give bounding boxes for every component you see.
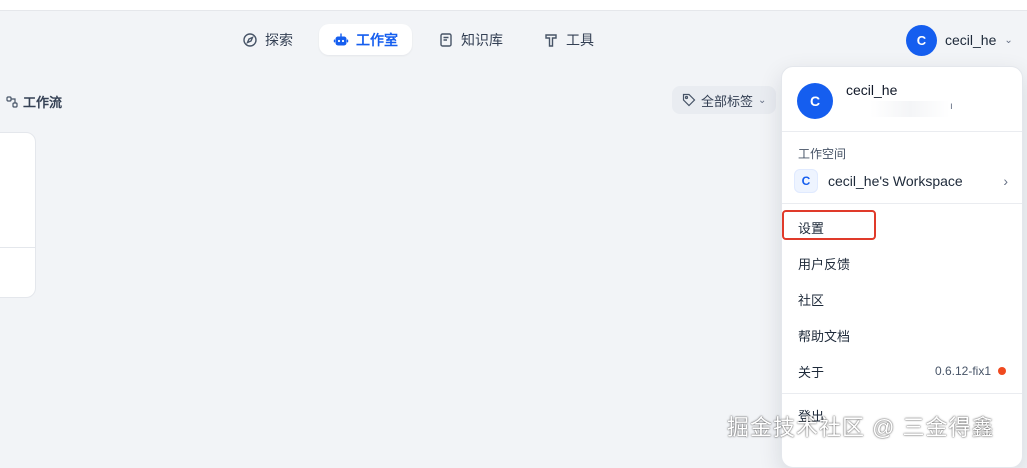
menu-item-label: 社区 [798, 292, 825, 308]
workspace-switcher[interactable]: C cecil_he's Workspace › [794, 167, 1008, 195]
tag-icon [682, 93, 696, 107]
chevron-down-icon: ⌄ [1004, 34, 1013, 46]
workspace-name: cecil_he's Workspace [828, 173, 963, 189]
app-card[interactable] [0, 132, 36, 298]
section-workflow[interactable]: 工作流 [6, 92, 62, 111]
account-dropdown: C cecil_he ı 工作空间 C cecil_he's Workspace… [781, 66, 1023, 468]
workspace-badge: C [794, 169, 818, 193]
account-menu-button[interactable]: C cecil_he ⌄ [902, 22, 1021, 58]
avatar: C [906, 24, 937, 56]
nav-studio-label: 工作室 [356, 31, 398, 48]
nav-knowledge[interactable]: 知识库 [424, 24, 517, 55]
nav-tools[interactable]: 工具 [529, 24, 608, 55]
nav-explore[interactable]: 探索 [228, 24, 307, 55]
menu-item-docs[interactable]: 帮助文档 [786, 319, 1018, 351]
book-icon [440, 32, 452, 47]
top-nav: 探索 工作室 知识库 工具 [228, 24, 608, 55]
compass-icon [243, 32, 257, 47]
menu-item-label: 设置 [798, 220, 825, 236]
nav-knowledge-label: 知识库 [461, 31, 503, 48]
tag-filter-select[interactable]: 全部标签 ⌄ [672, 86, 777, 114]
version-text: 0.6.12-fix1 [934, 364, 991, 378]
menu-item-label: 帮助文档 [798, 328, 851, 344]
avatar: C [797, 83, 833, 119]
nav-studio[interactable]: 工作室 [319, 24, 412, 55]
email-redacted [870, 101, 950, 117]
chevron-down-icon: ⌄ [758, 94, 767, 106]
robot-icon [333, 33, 349, 45]
email-fragment: ı [950, 101, 953, 112]
section-workflow-label: 工作流 [23, 95, 63, 110]
account-username: cecil_he [945, 32, 997, 48]
menu-item-feedback[interactable]: 用户反馈 [786, 247, 1018, 279]
top-border [0, 0, 1027, 11]
divider [782, 131, 1022, 132]
update-dot [998, 367, 1006, 375]
card-divider [0, 247, 35, 248]
menu-username: cecil_he [846, 82, 898, 98]
hammer-icon [545, 33, 557, 47]
version-info: 0.6.12-fix1 [935, 364, 1006, 378]
tag-filter-label: 全部标签 [701, 93, 754, 109]
chevron-right-icon: › [1003, 173, 1008, 189]
menu-item-label: 关于 [798, 364, 825, 380]
menu-item-label: 用户反馈 [798, 256, 851, 272]
divider [782, 203, 1022, 204]
divider [782, 393, 1022, 394]
workflow-icon [6, 95, 18, 108]
watermark: 掘金技术社区 @ 三金得鑫 [727, 415, 995, 440]
menu-item-settings[interactable]: 设置 [786, 211, 1018, 243]
menu-item-community[interactable]: 社区 [786, 283, 1018, 315]
workspace-label: 工作空间 [798, 147, 847, 161]
nav-tools-label: 工具 [566, 31, 594, 48]
menu-item-about[interactable]: 关于 0.6.12-fix1 [786, 355, 1018, 387]
nav-explore-label: 探索 [265, 31, 293, 48]
